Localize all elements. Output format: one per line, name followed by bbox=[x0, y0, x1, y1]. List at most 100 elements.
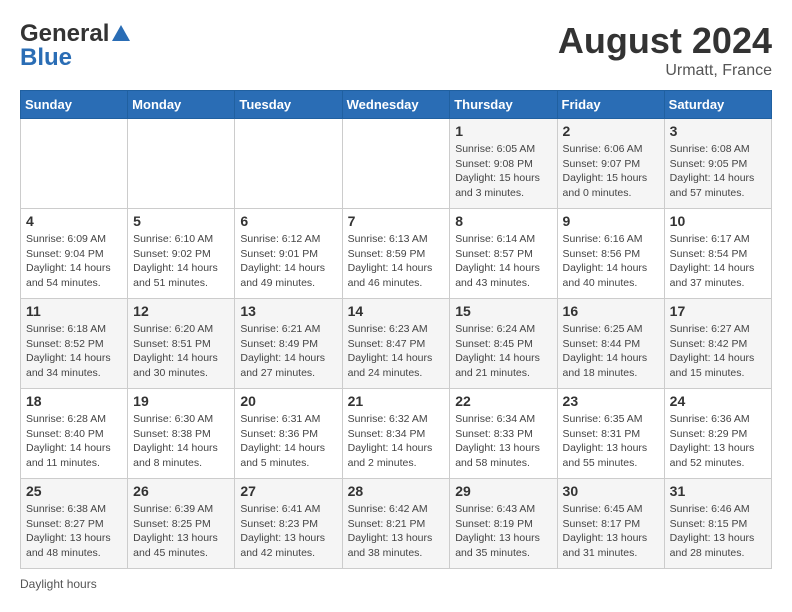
day-info: Sunrise: 6:10 AM Sunset: 9:02 PM Dayligh… bbox=[133, 232, 229, 291]
day-info: Sunrise: 6:12 AM Sunset: 9:01 PM Dayligh… bbox=[240, 232, 336, 291]
calendar-cell bbox=[128, 119, 235, 209]
day-number: 31 bbox=[670, 483, 766, 499]
day-number: 24 bbox=[670, 393, 766, 409]
day-info: Sunrise: 6:06 AM Sunset: 9:07 PM Dayligh… bbox=[563, 142, 659, 201]
calendar-cell: 27Sunrise: 6:41 AM Sunset: 8:23 PM Dayli… bbox=[235, 479, 342, 569]
day-number: 3 bbox=[670, 123, 766, 139]
day-info: Sunrise: 6:28 AM Sunset: 8:40 PM Dayligh… bbox=[26, 412, 122, 471]
day-info: Sunrise: 6:20 AM Sunset: 8:51 PM Dayligh… bbox=[133, 322, 229, 381]
calendar-cell: 4 Sunrise: 6:09 AM Sunset: 9:04 PM Daylig… bbox=[21, 209, 128, 299]
day-info: Sunrise: 6:17 AM Sunset: 8:54 PM Dayligh… bbox=[670, 232, 766, 291]
day-info: Sunrise: 6:27 AM Sunset: 8:42 PM Dayligh… bbox=[670, 322, 766, 381]
day-number: 28 bbox=[348, 483, 445, 499]
day-number: 9 bbox=[563, 213, 659, 229]
day-number: 18 bbox=[26, 393, 122, 409]
day-number: 14 bbox=[348, 303, 445, 319]
calendar-cell: 16 Sunrise: 6:25 AM Sunset: 8:44 PM Dayli… bbox=[557, 299, 664, 389]
day-number: 5 bbox=[133, 213, 229, 229]
day-number: 1 bbox=[455, 123, 551, 139]
day-info: Sunrise: 6:21 AM Sunset: 8:49 PM Dayligh… bbox=[240, 322, 336, 381]
calendar-cell: 17Sunrise: 6:27 AM Sunset: 8:42 PM Dayli… bbox=[664, 299, 771, 389]
calendar-cell: 5 Sunrise: 6:10 AM Sunset: 9:02 PM Daylig… bbox=[128, 209, 235, 299]
logo-blue: Blue bbox=[20, 44, 72, 72]
calendar-day-header: Wednesday bbox=[342, 91, 450, 119]
day-info: Sunrise: 6:30 AM Sunset: 8:38 PM Dayligh… bbox=[133, 412, 229, 471]
calendar-day-header: Monday bbox=[128, 91, 235, 119]
calendar-cell: 11 Sunrise: 6:18 AM Sunset: 8:52 PM Dayli… bbox=[21, 299, 128, 389]
calendar-cell: 19 Sunrise: 6:30 AM Sunset: 8:38 PM Dayli… bbox=[128, 389, 235, 479]
day-number: 27 bbox=[240, 483, 336, 499]
calendar-cell: 18 Sunrise: 6:28 AM Sunset: 8:40 PM Dayli… bbox=[21, 389, 128, 479]
logo-icon bbox=[110, 23, 132, 45]
calendar-cell: 26Sunrise: 6:39 AM Sunset: 8:25 PM Dayli… bbox=[128, 479, 235, 569]
day-number: 19 bbox=[133, 393, 229, 409]
day-info: Sunrise: 6:36 AM Sunset: 8:29 PM Dayligh… bbox=[670, 412, 766, 471]
day-number: 6 bbox=[240, 213, 336, 229]
day-info: Sunrise: 6:34 AM Sunset: 8:33 PM Dayligh… bbox=[455, 412, 551, 471]
day-number: 23 bbox=[563, 393, 659, 409]
day-number: 15 bbox=[455, 303, 551, 319]
calendar-cell bbox=[21, 119, 128, 209]
calendar-cell bbox=[235, 119, 342, 209]
calendar-cell: 31 Sunrise: 6:46 AM Sunset: 8:15 PM Dayli… bbox=[664, 479, 771, 569]
calendar-cell: 15 Sunrise: 6:24 AM Sunset: 8:45 PM Dayli… bbox=[450, 299, 557, 389]
day-info: Sunrise: 6:42 AM Sunset: 8:21 PM Dayligh… bbox=[348, 502, 445, 561]
day-number: 21 bbox=[348, 393, 445, 409]
calendar-cell: 6 Sunrise: 6:12 AM Sunset: 9:01 PM Daylig… bbox=[235, 209, 342, 299]
day-number: 4 bbox=[26, 213, 122, 229]
calendar-week-row: 4 Sunrise: 6:09 AM Sunset: 9:04 PM Daylig… bbox=[21, 209, 772, 299]
calendar-cell: 22 Sunrise: 6:34 AM Sunset: 8:33 PM Dayli… bbox=[450, 389, 557, 479]
day-info: Sunrise: 6:09 AM Sunset: 9:04 PM Dayligh… bbox=[26, 232, 122, 291]
day-number: 30 bbox=[563, 483, 659, 499]
title-section: August 2024 Urmatt, France bbox=[558, 20, 772, 80]
logo: General Blue bbox=[20, 20, 133, 72]
calendar-day-header: Friday bbox=[557, 91, 664, 119]
day-info: Sunrise: 6:39 AM Sunset: 8:25 PM Dayligh… bbox=[133, 502, 229, 561]
day-info: Sunrise: 6:08 AM Sunset: 9:05 PM Dayligh… bbox=[670, 142, 766, 201]
day-info: Sunrise: 6:18 AM Sunset: 8:52 PM Dayligh… bbox=[26, 322, 122, 381]
calendar-week-row: 1Sunrise: 6:05 AM Sunset: 9:08 PM Daylig… bbox=[21, 119, 772, 209]
day-number: 10 bbox=[670, 213, 766, 229]
page-header: General Blue August 2024 Urmatt, France bbox=[20, 20, 772, 80]
day-number: 22 bbox=[455, 393, 551, 409]
day-number: 13 bbox=[240, 303, 336, 319]
footer-note: Daylight hours bbox=[20, 577, 772, 591]
calendar-cell: 24 Sunrise: 6:36 AM Sunset: 8:29 PM Dayli… bbox=[664, 389, 771, 479]
day-number: 7 bbox=[348, 213, 445, 229]
calendar-week-row: 18 Sunrise: 6:28 AM Sunset: 8:40 PM Dayli… bbox=[21, 389, 772, 479]
location: Urmatt, France bbox=[558, 62, 772, 80]
calendar-day-header: Saturday bbox=[664, 91, 771, 119]
calendar-cell: 20 Sunrise: 6:31 AM Sunset: 8:36 PM Dayli… bbox=[235, 389, 342, 479]
calendar-cell: 2 Sunrise: 6:06 AM Sunset: 9:07 PM Daylig… bbox=[557, 119, 664, 209]
day-info: Sunrise: 6:38 AM Sunset: 8:27 PM Dayligh… bbox=[26, 502, 122, 561]
day-number: 8 bbox=[455, 213, 551, 229]
calendar-cell: 30 Sunrise: 6:45 AM Sunset: 8:17 PM Dayli… bbox=[557, 479, 664, 569]
day-info: Sunrise: 6:13 AM Sunset: 8:59 PM Dayligh… bbox=[348, 232, 445, 291]
day-number: 25 bbox=[26, 483, 122, 499]
calendar-cell: 21 Sunrise: 6:32 AM Sunset: 8:34 PM Dayli… bbox=[342, 389, 450, 479]
calendar-day-header: Thursday bbox=[450, 91, 557, 119]
day-number: 2 bbox=[563, 123, 659, 139]
calendar-cell: 10 Sunrise: 6:17 AM Sunset: 8:54 PM Dayli… bbox=[664, 209, 771, 299]
calendar-cell: 8Sunrise: 6:14 AM Sunset: 8:57 PM Daylig… bbox=[450, 209, 557, 299]
day-info: Sunrise: 6:16 AM Sunset: 8:56 PM Dayligh… bbox=[563, 232, 659, 291]
day-info: Sunrise: 6:32 AM Sunset: 8:34 PM Dayligh… bbox=[348, 412, 445, 471]
day-number: 11 bbox=[26, 303, 122, 319]
calendar-week-row: 11 Sunrise: 6:18 AM Sunset: 8:52 PM Dayli… bbox=[21, 299, 772, 389]
day-number: 16 bbox=[563, 303, 659, 319]
calendar-header-row: SundayMondayTuesdayWednesdayThursdayFrid… bbox=[21, 91, 772, 119]
calendar-table: SundayMondayTuesdayWednesdayThursdayFrid… bbox=[20, 90, 772, 569]
day-info: Sunrise: 6:24 AM Sunset: 8:45 PM Dayligh… bbox=[455, 322, 551, 381]
day-number: 20 bbox=[240, 393, 336, 409]
day-info: Sunrise: 6:45 AM Sunset: 8:17 PM Dayligh… bbox=[563, 502, 659, 561]
day-info: Sunrise: 6:35 AM Sunset: 8:31 PM Dayligh… bbox=[563, 412, 659, 471]
day-info: Sunrise: 6:31 AM Sunset: 8:36 PM Dayligh… bbox=[240, 412, 336, 471]
calendar-cell: 1Sunrise: 6:05 AM Sunset: 9:08 PM Daylig… bbox=[450, 119, 557, 209]
calendar-cell: 29Sunrise: 6:43 AM Sunset: 8:19 PM Dayli… bbox=[450, 479, 557, 569]
calendar-cell: 13 Sunrise: 6:21 AM Sunset: 8:49 PM Dayli… bbox=[235, 299, 342, 389]
calendar-cell: 3 Sunrise: 6:08 AM Sunset: 9:05 PM Daylig… bbox=[664, 119, 771, 209]
day-number: 29 bbox=[455, 483, 551, 499]
month-year: August 2024 bbox=[558, 20, 772, 62]
day-info: Sunrise: 6:25 AM Sunset: 8:44 PM Dayligh… bbox=[563, 322, 659, 381]
day-info: Sunrise: 6:46 AM Sunset: 8:15 PM Dayligh… bbox=[670, 502, 766, 561]
